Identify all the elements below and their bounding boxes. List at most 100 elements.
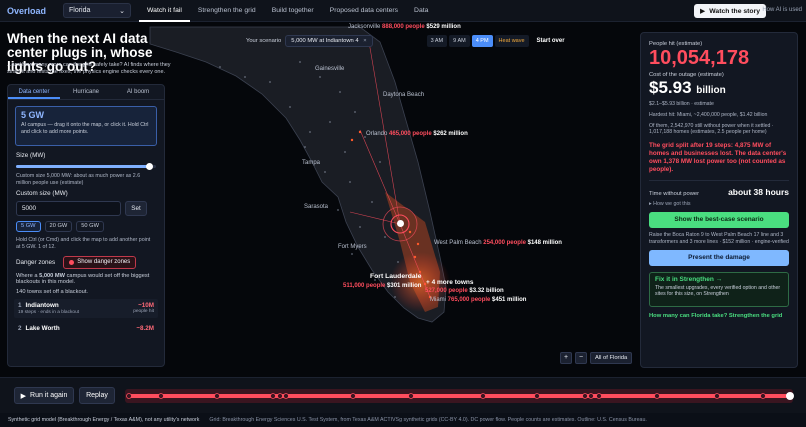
tab-proposed-data-centers[interactable]: Proposed data centers bbox=[322, 0, 406, 22]
cost-amount: $301 million bbox=[387, 283, 422, 289]
time-heat-wave[interactable]: Heat wave bbox=[494, 35, 529, 47]
town-impact-value: ~8.2M bbox=[136, 325, 154, 332]
strengthen-link[interactable]: How many can Florida take? Strengthen th… bbox=[649, 313, 789, 321]
state-select[interactable]: Florida ⌄ bbox=[63, 3, 131, 18]
town-rank: 1 bbox=[18, 302, 22, 309]
label-west-palm-beach: West Palm Beach 254,000 people $148 mill… bbox=[434, 240, 562, 246]
list-item[interactable]: 2 Lake Worth ~8.2M bbox=[14, 322, 158, 335]
danger-zones-label: Danger zones bbox=[16, 259, 56, 266]
without-power-note: Of them, 2,542,970 still without power w… bbox=[649, 122, 774, 136]
ai-campus-card[interactable]: 5 GW AI campus — drag it onto the map, o… bbox=[15, 106, 157, 146]
custom-size-label: Custom size (MW) bbox=[16, 190, 68, 197]
data-center-marker-icon[interactable] bbox=[397, 220, 404, 227]
source-note: Grid: Breakthrough Energy Sciences U.S. … bbox=[209, 417, 647, 423]
watch-story-label: Watch the story bbox=[709, 7, 760, 15]
set-button[interactable]: Set bbox=[125, 201, 147, 216]
campus-size: 5 GW bbox=[21, 110, 45, 120]
time-4pm[interactable]: 4 PM bbox=[471, 35, 493, 47]
zoom-controls: + − All of Florida bbox=[560, 352, 633, 364]
cost-range: $2.1–$5.93 billion · estimate bbox=[649, 101, 714, 107]
size-slider[interactable] bbox=[16, 163, 156, 170]
cost-amount: $529 million bbox=[426, 24, 461, 30]
size-presets: 5 GW 20 GW 50 GW bbox=[16, 221, 156, 232]
how-ai-used-link[interactable]: How AI is used bbox=[762, 7, 802, 13]
label-ftl-stats: 511,000 people $301 million bbox=[343, 283, 421, 289]
playback-bar: ▶ Run it again Replay bbox=[0, 377, 806, 413]
time-3am[interactable]: 3 AM bbox=[426, 35, 448, 47]
run-again-label: Run it again bbox=[30, 392, 68, 399]
preset-50gw[interactable]: 50 GW bbox=[76, 221, 104, 232]
all-of-florida-button[interactable]: All of Florida bbox=[590, 352, 633, 364]
scenario-chip[interactable]: 5,000 MW at Indiantown 4 × bbox=[285, 35, 373, 47]
grid-split-warning: The grid split after 19 steps: 4,875 MW … bbox=[649, 142, 787, 174]
where-note: Where a 5,000 MW campus would set off th… bbox=[16, 273, 156, 285]
top-bar: Overload Florida ⌄ Watch it fail Strengt… bbox=[0, 0, 806, 22]
show-danger-zones-button[interactable]: Show danger zones bbox=[63, 256, 137, 269]
town-impact-unit: people hit bbox=[133, 309, 154, 314]
tab-build-together[interactable]: Build together bbox=[264, 0, 322, 22]
fix-in-strengthen-card[interactable]: Fix it in Strengthen → The smallest upgr… bbox=[649, 271, 789, 307]
tab-ai-boom[interactable]: AI boom bbox=[112, 85, 164, 99]
scenario-bar: Your scenario 5,000 MW at Indiantown 4 ×… bbox=[246, 34, 576, 48]
timeline-handle bbox=[786, 392, 794, 400]
custom-size-row: 5000 Set bbox=[16, 201, 156, 216]
label-fort-lauderdale: Fort Lauderdale bbox=[370, 273, 422, 280]
people-count: 888,000 people bbox=[382, 24, 425, 30]
custom-size-input[interactable]: 5000 bbox=[16, 201, 121, 216]
cost-amount: $3.32 billion bbox=[469, 288, 504, 294]
preset-20gw[interactable]: 20 GW bbox=[44, 221, 73, 232]
scenario-label: Your scenario bbox=[246, 38, 282, 44]
app-logo[interactable]: Overload bbox=[7, 6, 59, 16]
city-name: Miami bbox=[430, 297, 446, 303]
danger-btn-label: Show danger zones bbox=[77, 259, 131, 265]
city-name: West Palm Beach bbox=[434, 240, 482, 246]
cost-value: $5.93 billion bbox=[649, 78, 789, 101]
town-name: 1 Indiantown bbox=[18, 302, 79, 309]
label-orlando: Orlando 465,000 people $262 million bbox=[366, 131, 468, 137]
tab-hurricane[interactable]: Hurricane bbox=[60, 85, 112, 99]
replay-button[interactable]: Replay bbox=[79, 387, 115, 404]
people-count: 765,000 people bbox=[447, 297, 491, 303]
close-icon[interactable]: × bbox=[363, 38, 366, 44]
present-damage-button[interactable]: Present the damage bbox=[649, 249, 789, 266]
timeline-track[interactable] bbox=[123, 386, 797, 406]
cost-unit: billion bbox=[696, 85, 726, 96]
tab-data-center[interactable]: Data center bbox=[8, 85, 60, 99]
people-hit-value: 10,054,178 bbox=[649, 47, 750, 69]
scenario-chip-text: 5,000 MW at Indiantown 4 bbox=[291, 38, 359, 44]
run-again-button[interactable]: ▶ Run it again bbox=[14, 387, 74, 404]
time-9am[interactable]: 9 AM bbox=[449, 35, 470, 47]
label-miami: Miami 765,000 people $451 million bbox=[430, 297, 526, 303]
fix-title: Fix it in Strengthen → bbox=[655, 275, 723, 283]
zoom-out-button[interactable]: − bbox=[575, 352, 587, 364]
danger-dot-icon bbox=[69, 260, 75, 265]
label-sarasota: Sarasota bbox=[304, 204, 329, 210]
danger-zones-row: Danger zones Show danger zones bbox=[16, 256, 156, 269]
towns-count-note: 140 towns set off a blackout. bbox=[16, 289, 88, 295]
start-over-button[interactable]: Start over bbox=[537, 38, 565, 44]
town-name-text: Indiantown bbox=[25, 302, 59, 309]
list-item[interactable]: 1 Indiantown 19 steps · ends in a blackou… bbox=[14, 299, 158, 318]
town-name-text: Lake Worth bbox=[25, 325, 60, 332]
label-more-towns: + 4 more towns bbox=[426, 279, 474, 286]
slider-fill bbox=[16, 165, 148, 168]
model-note: Synthetic grid model (Breakthrough Energ… bbox=[8, 417, 200, 423]
size-label: Size (MW) bbox=[16, 152, 46, 159]
best-case-button[interactable]: Show the best-case scenario bbox=[649, 212, 789, 229]
preset-5gw[interactable]: 5 GW bbox=[16, 221, 41, 232]
time-value: about 38 hours bbox=[728, 187, 789, 198]
town-rank: 2 bbox=[18, 325, 22, 332]
slider-knob[interactable] bbox=[146, 163, 154, 170]
how-we-got-this-toggle[interactable]: ▸ How we got this bbox=[649, 201, 789, 207]
state-select-value: Florida bbox=[69, 7, 91, 14]
zoom-in-button[interactable]: + bbox=[560, 352, 572, 364]
watch-story-button[interactable]: ▶ Watch the story bbox=[694, 4, 766, 18]
town-impact: ~10M people hit bbox=[133, 302, 154, 315]
hold-ctrl-note: Hold Ctrl (or Cmd) and click the map to … bbox=[16, 237, 151, 250]
tab-strengthen[interactable]: Strengthen the grid bbox=[190, 0, 264, 22]
label-fort-myers: Fort Myers bbox=[338, 244, 367, 250]
right-panel: People hit (estimate) 10,054,178 Cost of… bbox=[640, 32, 798, 368]
footer: Synthetic grid model (Breakthrough Energ… bbox=[0, 413, 806, 427]
tab-watch-it-fail[interactable]: Watch it fail bbox=[139, 0, 190, 22]
tab-data[interactable]: Data bbox=[406, 0, 436, 22]
